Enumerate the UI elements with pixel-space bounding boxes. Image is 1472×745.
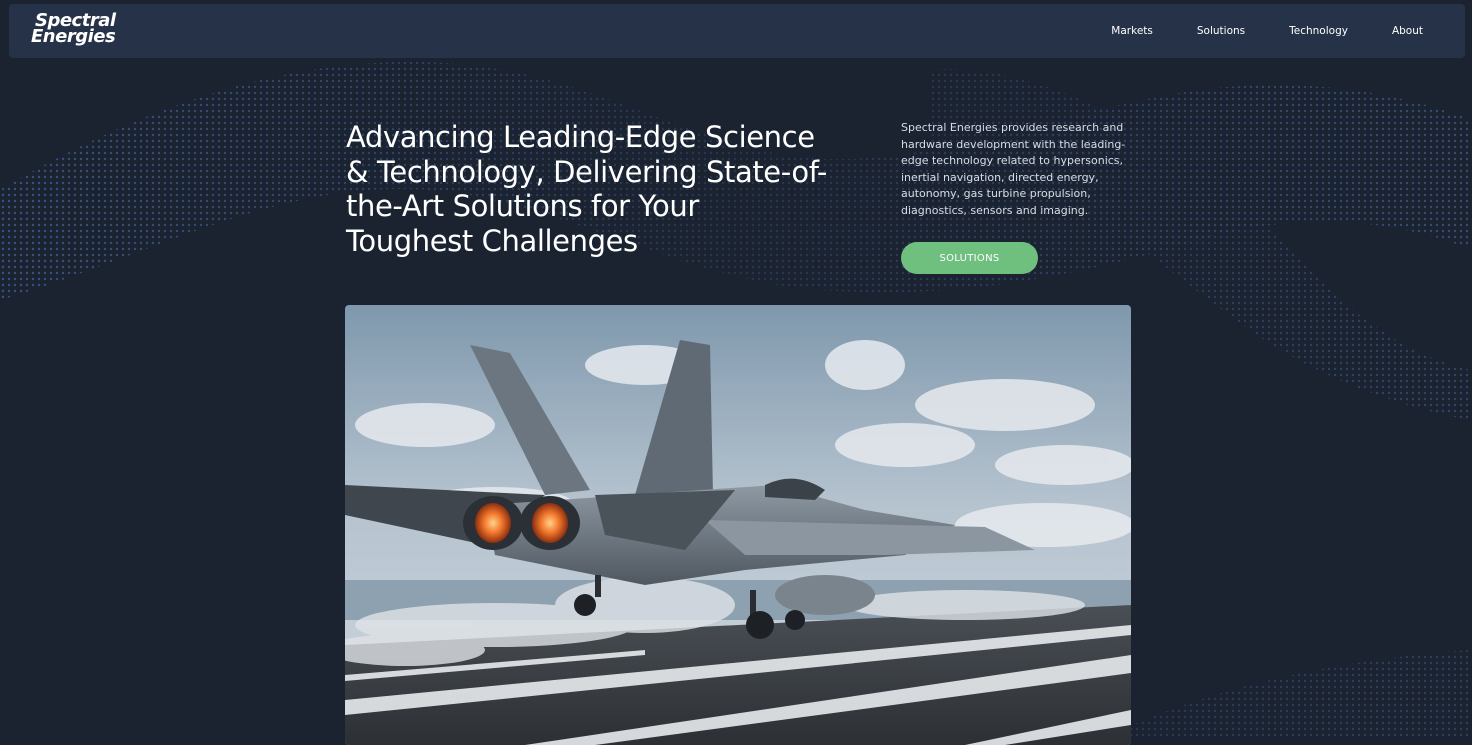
fighter-jet-illustration: [345, 305, 1131, 745]
hero-description-line: autonomy, gas turbine propulsion,: [901, 187, 1091, 201]
spectral-energies-logo[interactable]: Spectral Energies: [31, 12, 131, 47]
hero-headline-line: Toughest Challenges: [346, 223, 638, 258]
hero-headline-line: & Technology, Delivering State-of-: [346, 154, 827, 189]
primary-nav: Markets Solutions Technology About: [1111, 4, 1423, 58]
hero-description-line: edge technology related to hypersonics,: [901, 154, 1124, 168]
nav-item-technology[interactable]: Technology: [1289, 25, 1348, 37]
nav-item-about[interactable]: About: [1392, 25, 1423, 37]
hero-description-line: hardware development with the leading-: [901, 137, 1126, 151]
hero-description-line: Spectral Energies provides research and: [901, 121, 1124, 134]
hero-headline-line: Advancing Leading-Edge Science: [346, 120, 815, 154]
hero-headline: Advancing Leading-Edge Science & Technol…: [346, 120, 846, 258]
logo-line-2: Energies: [31, 26, 116, 47]
nav-item-solutions[interactable]: Solutions: [1197, 25, 1245, 37]
hero-description-line: diagnostics, sensors and imaging.: [901, 203, 1089, 217]
hero-image-fighter-jet: [345, 305, 1131, 745]
solutions-button[interactable]: SOLUTIONS: [901, 242, 1038, 274]
top-navbar: Spectral Energies Markets Solutions Tech…: [9, 4, 1465, 58]
hero-description-line: inertial navigation, directed energy,: [901, 170, 1099, 184]
hero-headline-line: the-Art Solutions for Your: [346, 189, 699, 223]
nav-item-markets[interactable]: Markets: [1111, 25, 1153, 37]
hero-description: Spectral Energies provides research and …: [901, 120, 1133, 220]
